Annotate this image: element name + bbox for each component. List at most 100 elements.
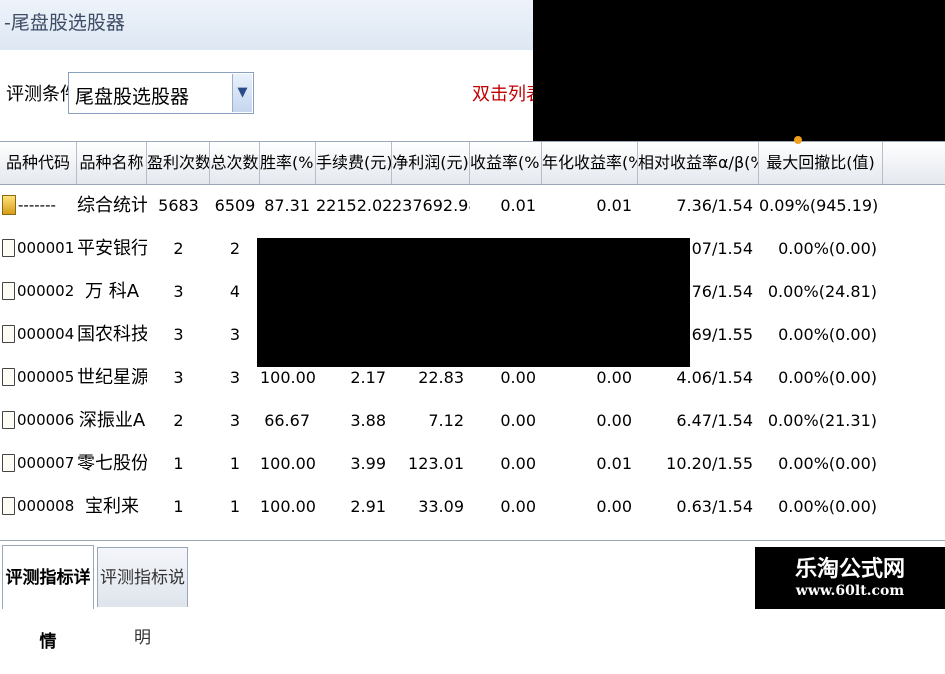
cell-name: 深振业A bbox=[78, 410, 146, 431]
header-relative-return[interactable]: 相对收益率α/β(%) bbox=[638, 142, 759, 184]
cell-annual: 0.00 bbox=[596, 497, 632, 516]
cell-code: 000007 bbox=[2, 442, 77, 485]
cell-wins: 2 bbox=[173, 239, 184, 258]
code-text: 000001 bbox=[17, 239, 75, 257]
cell-winrate: 87.31 bbox=[264, 196, 310, 215]
header-annual-return[interactable]: 年化收益率(%) bbox=[542, 142, 638, 184]
table-row[interactable]: 000007 零七股份 1 1 100.00 3.99 123.01 0.00 0.01 10.2… bbox=[0, 442, 945, 485]
cell-name: 综合统计 bbox=[77, 195, 147, 216]
cell-name: 宝利来 bbox=[85, 496, 139, 517]
summary-icon bbox=[2, 194, 16, 215]
tab-metric-details[interactable]: 评测指标详情 bbox=[2, 545, 94, 652]
table-header: 品种代码 品种名称 盈利次数 总次数 胜率(%) 手续费(元) 净利润(元) 收… bbox=[0, 142, 945, 185]
watermark-line2: www.60lt.com bbox=[795, 583, 905, 599]
cell-relative: 6.47/1.54 bbox=[676, 411, 753, 430]
cell-name: 万 科A bbox=[84, 281, 140, 302]
cell-annual: 0.01 bbox=[596, 196, 632, 215]
cell-annual: 0.01 bbox=[596, 454, 632, 473]
cell-name: 国农科技 bbox=[77, 324, 147, 345]
cell-profit: 7.12 bbox=[428, 411, 464, 430]
code-text: 000005 bbox=[17, 368, 75, 386]
cell-total: 6509 bbox=[214, 196, 256, 215]
redaction-block bbox=[257, 238, 690, 367]
window-title: -尾盘股选股器 bbox=[4, 12, 125, 34]
code-text: ------- bbox=[18, 196, 56, 214]
cell-name: 平安银行 bbox=[77, 238, 147, 259]
cell-code: 000002 bbox=[2, 270, 77, 313]
sort-indicator-icon bbox=[794, 136, 802, 144]
code-text: 000002 bbox=[17, 282, 75, 300]
cell-drawdown: 0.00%(0.00) bbox=[778, 454, 877, 473]
results-table: 品种代码 品种名称 盈利次数 总次数 胜率(%) 手续费(元) 净利润(元) 收… bbox=[0, 141, 945, 541]
header-fee[interactable]: 手续费(元) bbox=[316, 142, 392, 184]
header-winrate[interactable]: 胜率(%) bbox=[260, 142, 316, 184]
header-name[interactable]: 品种名称 bbox=[77, 142, 147, 184]
tab-metric-description[interactable]: 评测指标说明 bbox=[97, 547, 188, 648]
cell-code: 000006 bbox=[2, 399, 77, 442]
cell-winrate: 66.67 bbox=[264, 411, 310, 430]
cell-drawdown: 0.00%(21.31) bbox=[767, 411, 877, 430]
condition-select[interactable]: 尾盘股选股器 ▼ bbox=[68, 72, 254, 114]
code-text: 000008 bbox=[17, 497, 75, 515]
document-icon bbox=[2, 410, 15, 429]
cell-profit: 33.09 bbox=[418, 497, 464, 516]
cell-total: 3 bbox=[229, 411, 241, 430]
cell-total: 4 bbox=[229, 282, 241, 301]
cell-fee: 3.99 bbox=[350, 454, 386, 473]
cell-total: 3 bbox=[229, 325, 241, 344]
document-icon bbox=[2, 281, 15, 300]
cell-fee: 22152.02 bbox=[316, 196, 392, 215]
cell-drawdown: 0.00%(24.81) bbox=[767, 282, 877, 301]
cell-drawdown: 0.00%(0.00) bbox=[778, 239, 877, 258]
header-wins[interactable]: 盈利次数 bbox=[147, 142, 210, 184]
table-row[interactable]: 000006 深振业A 2 3 66.67 3.88 7.12 0.00 0.00 6.47/1.… bbox=[0, 399, 945, 442]
cell-profit: 123.01 bbox=[408, 454, 464, 473]
document-icon bbox=[2, 238, 15, 257]
cell-code: 000004 bbox=[2, 313, 77, 356]
cell-wins: 1 bbox=[173, 454, 184, 473]
cell-total: 1 bbox=[229, 454, 241, 473]
document-icon bbox=[2, 453, 15, 472]
chevron-down-icon[interactable]: ▼ bbox=[232, 74, 252, 112]
cell-drawdown: 0.00%(0.00) bbox=[778, 325, 877, 344]
cell-relative: 7.36/1.54 bbox=[676, 196, 753, 215]
cell-drawdown: 0.09%(945.19) bbox=[759, 196, 879, 215]
cell-wins: 3 bbox=[173, 325, 184, 344]
cell-total: 1 bbox=[229, 497, 241, 516]
table-row[interactable]: 000008 宝利来 1 1 100.00 2.91 33.09 0.00 0.00 0.63/1… bbox=[0, 485, 945, 528]
cell-ret: 0.00 bbox=[500, 497, 536, 516]
cell-total: 2 bbox=[229, 239, 241, 258]
cell-fee: 2.91 bbox=[350, 497, 386, 516]
cell-code: 000001 bbox=[2, 227, 77, 270]
cell-winrate: 100.00 bbox=[260, 454, 316, 473]
code-text: 000004 bbox=[17, 325, 75, 343]
document-icon bbox=[2, 324, 15, 343]
document-icon bbox=[2, 367, 15, 386]
header-max-drawdown[interactable]: 最大回撤比(值) bbox=[759, 142, 883, 184]
cell-ret: 0.00 bbox=[500, 411, 536, 430]
cell-relative: 10.20/1.55 bbox=[666, 454, 753, 473]
cell-name: 世纪星源 bbox=[77, 367, 147, 388]
cell-profit: 237692.98 bbox=[392, 196, 470, 215]
document-icon bbox=[2, 496, 15, 515]
cell-code: ------- bbox=[2, 184, 77, 227]
redaction-block bbox=[533, 0, 945, 141]
header-return[interactable]: 收益率(%) bbox=[470, 142, 542, 184]
watermark-line1: 乐淘公式网 bbox=[794, 556, 905, 582]
cell-drawdown: 0.00%(0.00) bbox=[778, 497, 877, 516]
cell-code: 000008 bbox=[2, 485, 77, 528]
cell-wins: 5683 bbox=[158, 196, 199, 215]
code-text: 000006 bbox=[17, 411, 75, 429]
watermark: 乐淘公式网 www.60lt.com bbox=[755, 547, 945, 609]
code-text: 000007 bbox=[17, 454, 75, 472]
header-profit[interactable]: 净利润(元) bbox=[392, 142, 470, 184]
cell-winrate: 100.00 bbox=[260, 497, 316, 516]
header-total[interactable]: 总次数 bbox=[210, 142, 260, 184]
cell-wins: 1 bbox=[173, 497, 184, 516]
cell-annual: 0.00 bbox=[596, 411, 632, 430]
table-row[interactable]: ------- 综合统计 5683 6509 87.31 22152.02 237692.9… bbox=[0, 184, 945, 227]
condition-select-value: 尾盘股选股器 bbox=[75, 86, 190, 108]
header-code[interactable]: 品种代码 bbox=[0, 142, 77, 184]
cell-total: 3 bbox=[229, 368, 241, 387]
cell-wins: 3 bbox=[173, 368, 184, 387]
